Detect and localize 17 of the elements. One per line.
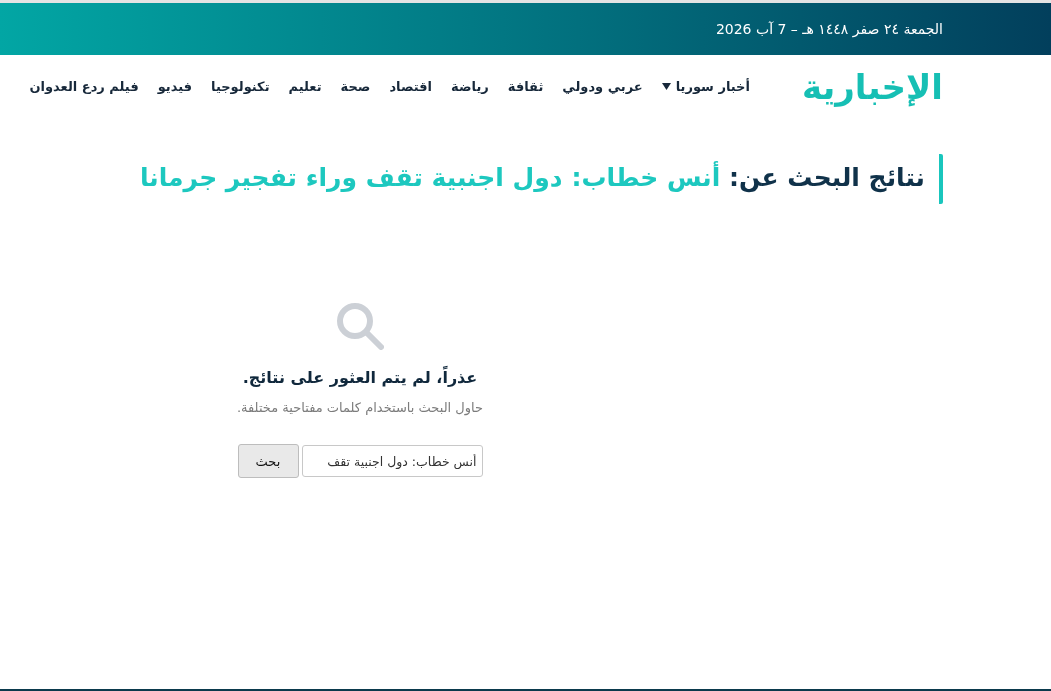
nav-link[interactable]: تعليم	[288, 79, 322, 94]
search-icon	[336, 302, 384, 350]
search-input[interactable]: أنس خطاب: دول اجنبية تقف	[301, 445, 483, 477]
nav-link[interactable]: رياضة	[451, 79, 489, 94]
nav-link[interactable]: ثقافة	[507, 79, 544, 94]
nav-link[interactable]: فيلم ردع العدوان	[29, 79, 139, 94]
nav-link[interactable]: صحة	[340, 79, 371, 94]
nav-link[interactable]: فيديو	[157, 79, 193, 94]
nav-link[interactable]: تكنولوجيا	[211, 79, 270, 94]
nav-link[interactable]: اقتصاد	[389, 79, 433, 94]
no-results-title: عذراً، لم يتم العثور على نتائج.	[242, 368, 478, 387]
no-results-hint: حاول البحث باستخدام كلمات مفتاحية مختلفة.	[236, 400, 484, 415]
date-text: الجمعة ٢٤ صفر ١٤٤٨ هـ – 7 آب 2026	[715, 21, 943, 37]
search-button[interactable]: بحث	[237, 444, 299, 478]
nav-link[interactable]: عربي ودولي	[562, 79, 643, 94]
nav-link[interactable]: أخبار سوريا	[661, 79, 750, 94]
search-results-heading: نتائج البحث عن: أنس خطاب: دول اجنبية تقف وراء تفجير جرمانا	[139, 154, 943, 204]
